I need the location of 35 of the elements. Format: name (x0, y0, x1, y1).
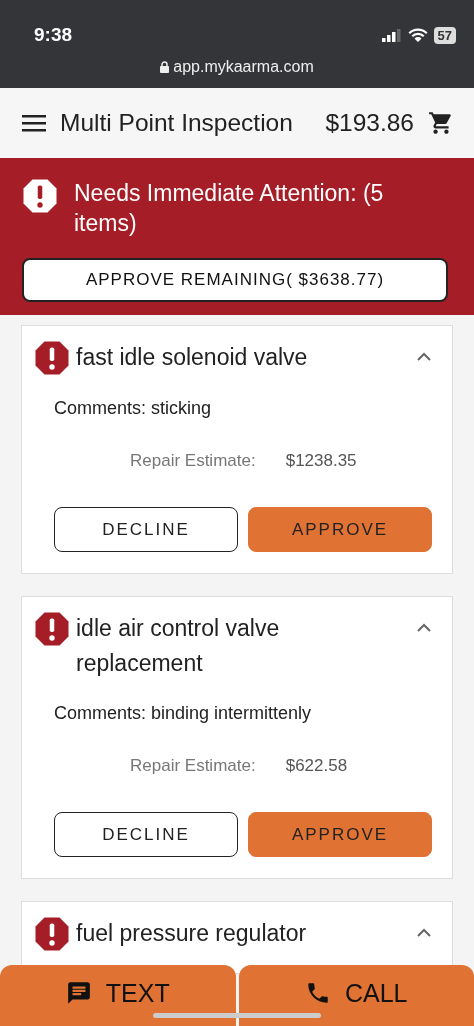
estimate-value: $622.58 (285, 756, 348, 776)
estimate-label: Repair Estimate: (130, 451, 256, 471)
wifi-icon (407, 28, 428, 42)
text-button[interactable]: TEXT (0, 965, 236, 1026)
approve-button[interactable]: APPROVE (248, 507, 432, 552)
approve-button[interactable]: APPROVE (248, 812, 432, 857)
chevron-up-icon[interactable] (416, 623, 432, 633)
chevron-up-icon[interactable] (416, 352, 432, 362)
alert-icon (34, 340, 70, 376)
item-comments: Comments: sticking (54, 398, 212, 419)
alert-icon (34, 916, 70, 952)
chevron-up-icon[interactable] (416, 928, 432, 938)
item-comments: Comments: binding intermittenly (54, 703, 312, 724)
item-title: fuel pressure regulator (76, 919, 308, 948)
item-title: fast idle solenoid valve (76, 343, 309, 372)
alert-icon (22, 178, 58, 214)
cart-icon[interactable] (428, 110, 454, 136)
page-title: Multi Point Inspection (60, 109, 294, 137)
signal-icon (381, 28, 402, 42)
estimate-label: Repair Estimate: (130, 756, 256, 776)
url-text[interactable]: app.mykaarma.com (173, 58, 314, 76)
battery-level: 57 (433, 26, 456, 44)
alert-icon (34, 611, 70, 647)
decline-button[interactable]: DECLINE (54, 507, 238, 552)
menu-icon[interactable] (22, 114, 46, 132)
status-time: 9:38 (34, 24, 73, 46)
lock-icon (160, 61, 170, 73)
message-icon (65, 980, 92, 1006)
approve-remaining-button[interactable]: APPROVE REMAINING( $3638.77) (22, 258, 448, 302)
estimate-value: $1238.35 (285, 451, 357, 471)
decline-button[interactable]: DECLINE (54, 812, 238, 857)
attention-heading: Needs Immediate Attention: (5 items) (74, 179, 385, 238)
item-title: idle air control valve replacement (76, 614, 281, 678)
cart-total: $193.86 (325, 109, 414, 137)
call-button[interactable]: CALL (238, 965, 474, 1026)
